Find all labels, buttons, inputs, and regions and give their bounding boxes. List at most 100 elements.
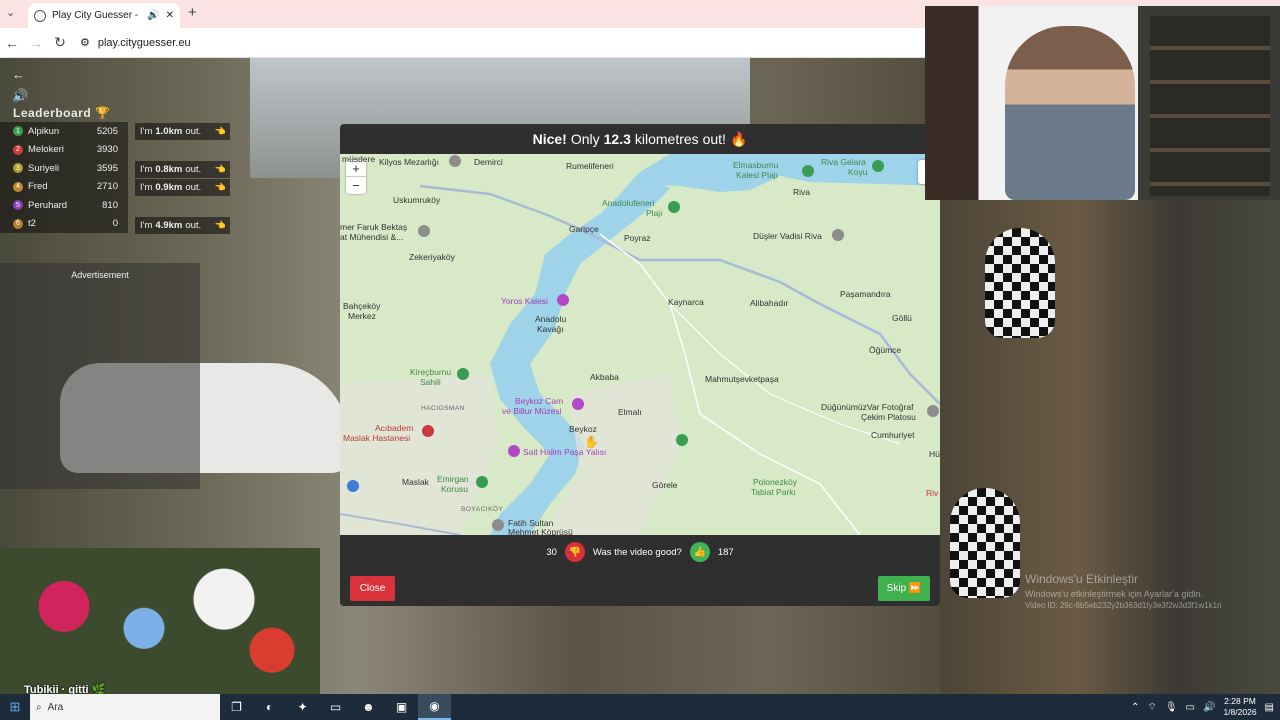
webcam-overlay — [925, 6, 1280, 200]
pointing-hand-icon: 👈 — [214, 182, 226, 192]
msg-prefix: I'm — [140, 182, 153, 193]
museum-pin-icon — [508, 445, 520, 457]
leaderboard-rows: 1 Alpikun 5205 2 Melokeri 3930 3 Suriyeli 3595 4 F… — [0, 122, 128, 233]
display-icon[interactable]: ▭ — [1186, 702, 1195, 713]
thumbs-up-icon[interactable]: 👍 — [689, 542, 710, 562]
map-place-label: Kilyos Mezarlığı — [379, 157, 439, 167]
clock-time: 2:28 PM — [1224, 696, 1256, 706]
leaderboard: Leaderboard 🏆 1 Alpikun 5205 2 Melokeri 3930 3… — [0, 104, 128, 233]
landmark-pin-icon — [492, 519, 504, 531]
map-place-label: Poyraz — [624, 233, 651, 243]
task-view-icon[interactable]: ❐ — [220, 694, 253, 720]
discord-icon[interactable]: ☻ — [352, 694, 385, 720]
volume-tray-icon[interactable]: 🔊 — [1203, 702, 1215, 713]
video-id: Video ID: 29c-6b5eb232y2b363d1fy3e3f2w3d… — [1025, 601, 1222, 610]
map-place-label: Tabiat Parkı — [751, 487, 796, 497]
reload-icon[interactable]: ↻ — [48, 34, 72, 51]
map-place-label: DüğünümüzVar Fotoğraf — [821, 402, 914, 412]
guess-message: I'm 0.9km out. 👈 — [135, 179, 230, 196]
forward-icon[interactable]: → — [24, 35, 48, 51]
map-place-label: Mehmet Köprüsü — [508, 527, 573, 535]
map-place-label: Sait Halim Paşa Yalısı — [523, 447, 607, 457]
back-arrow-icon[interactable]: ← — [12, 64, 28, 85]
file-explorer-icon[interactable]: ▭ — [319, 694, 352, 720]
vote-question: Was the video good? — [592, 546, 682, 558]
store-icon[interactable]: ▣ — [385, 694, 418, 720]
rank-badge: 2 — [13, 144, 23, 155]
streamer-person — [1005, 26, 1135, 200]
chevron-up-icon[interactable]: ⌃ — [1131, 702, 1139, 713]
map-place-label: Polonezköy — [753, 477, 797, 487]
advertisement-box: Advertisement — [0, 263, 200, 489]
watermark-subtitle: Windows'u etkinleştirmek için Ayarlar'a … — [1025, 589, 1203, 599]
browser-tab[interactable]: Play City Guesser - Explore 🔊 ✕ — [28, 3, 180, 28]
speaker-icon[interactable]: 🔊 — [147, 10, 159, 21]
thumbs-down-icon[interactable]: 👎 — [564, 542, 585, 562]
map-place-label: Göllü — [892, 313, 912, 323]
player-name: Peruhard — [28, 199, 68, 211]
back-icon[interactable]: ← — [0, 35, 24, 51]
volume-icon[interactable]: 🔊 — [12, 85, 28, 106]
map-place-label: Paşamandıra — [840, 289, 891, 299]
map-place-label: Görele — [652, 480, 678, 490]
map-place-label: Riva Gelara — [821, 157, 866, 167]
map-place-label: Bahçeköy — [343, 301, 381, 311]
search-icon: ⌕ — [36, 701, 42, 713]
map-place-label: Koyu — [848, 167, 868, 177]
landmark-pin-icon — [832, 229, 844, 241]
map-place-label: Beykoz Cam — [515, 396, 564, 406]
player-name: Suriyeli — [28, 162, 60, 174]
leaderboard-row: 2 Melokeri 3930 — [0, 140, 128, 159]
map-place-label: HACIOSMAN — [421, 405, 465, 412]
advertisement-label: Advertisement — [71, 270, 129, 280]
skip-button[interactable]: Skip ⏩ — [878, 576, 930, 601]
result-map[interactable]: + − ≋ müsdere Kilyos Mezarlığı Demirci R… — [340, 154, 940, 535]
result-distance: 12.3 — [603, 131, 631, 147]
map-canvas — [340, 154, 940, 535]
watermark-title: Windows'u Etkinleştir — [1025, 572, 1138, 586]
map-place-label: at Mühendisi &... — [340, 232, 404, 242]
museum-pin-icon — [572, 398, 584, 410]
msg-suffix: out. — [185, 182, 202, 193]
new-tab-button[interactable]: + — [188, 4, 197, 21]
url-field[interactable]: ⚙ play.cityguesser.eu — [80, 36, 191, 50]
copilot-icon[interactable]: ✦ — [286, 694, 319, 720]
leaderboard-title: Leaderboard 🏆 — [0, 104, 128, 122]
close-button[interactable]: Close — [350, 576, 395, 601]
chrome-icon[interactable]: ◉ — [418, 694, 451, 720]
system-tray: ⌃ ⌔ 🎙 ▭ 🔊 2:28 PM 1/8/2026 ▤ — [1131, 694, 1280, 720]
leaderboard-title-text: Leaderboard — [13, 106, 92, 120]
windows-start-icon[interactable]: ⊞ — [0, 699, 30, 715]
network-icon[interactable]: ⌔ — [1147, 701, 1156, 714]
map-place-label: Merkez — [348, 311, 376, 321]
fast-forward-icon: ⏩ — [908, 583, 922, 594]
player-name: Melokeri — [28, 144, 64, 156]
pointing-hand-icon: 👈 — [214, 220, 226, 230]
rank-badge: 4 — [13, 181, 23, 192]
landmark-pin-icon — [449, 155, 461, 167]
msg-suffix: out. — [185, 126, 202, 137]
map-place-label: Anadolufeneri — [602, 198, 655, 208]
player-score: 2710 — [96, 181, 118, 193]
notification-icon[interactable]: ▤ — [1265, 702, 1274, 713]
edge-icon[interactable]: ◐ — [253, 694, 286, 720]
msg-suffix: out. — [185, 164, 202, 175]
zoom-out-button[interactable]: − — [346, 177, 366, 194]
site-info-icon[interactable]: ⚙ — [80, 36, 90, 49]
map-place-label: Mahmutşevketpaşa — [705, 374, 779, 384]
map-place-label: Riva — [793, 187, 811, 197]
tab-list-icon[interactable]: ⌄ — [6, 6, 15, 19]
hospital-pin-icon — [422, 425, 434, 437]
player-score: 3595 — [96, 162, 118, 174]
close-tab-icon[interactable]: ✕ — [166, 10, 174, 21]
player-name: t2 — [28, 218, 36, 230]
player-score: 3930 — [96, 144, 118, 156]
result-heading: Nice! Only 12.3 kilometres out! 🔥 — [340, 124, 940, 154]
downvote-count: 30 — [546, 546, 557, 558]
microphone-icon[interactable]: 🎙 — [1165, 702, 1178, 713]
player-score: 5205 — [96, 125, 118, 137]
rank-badge: 1 — [13, 126, 23, 137]
taskbar-search[interactable]: ⌕ Ara — [30, 694, 220, 720]
clock[interactable]: 2:28 PM 1/8/2026 — [1223, 696, 1256, 718]
park-pin-icon — [872, 160, 884, 172]
